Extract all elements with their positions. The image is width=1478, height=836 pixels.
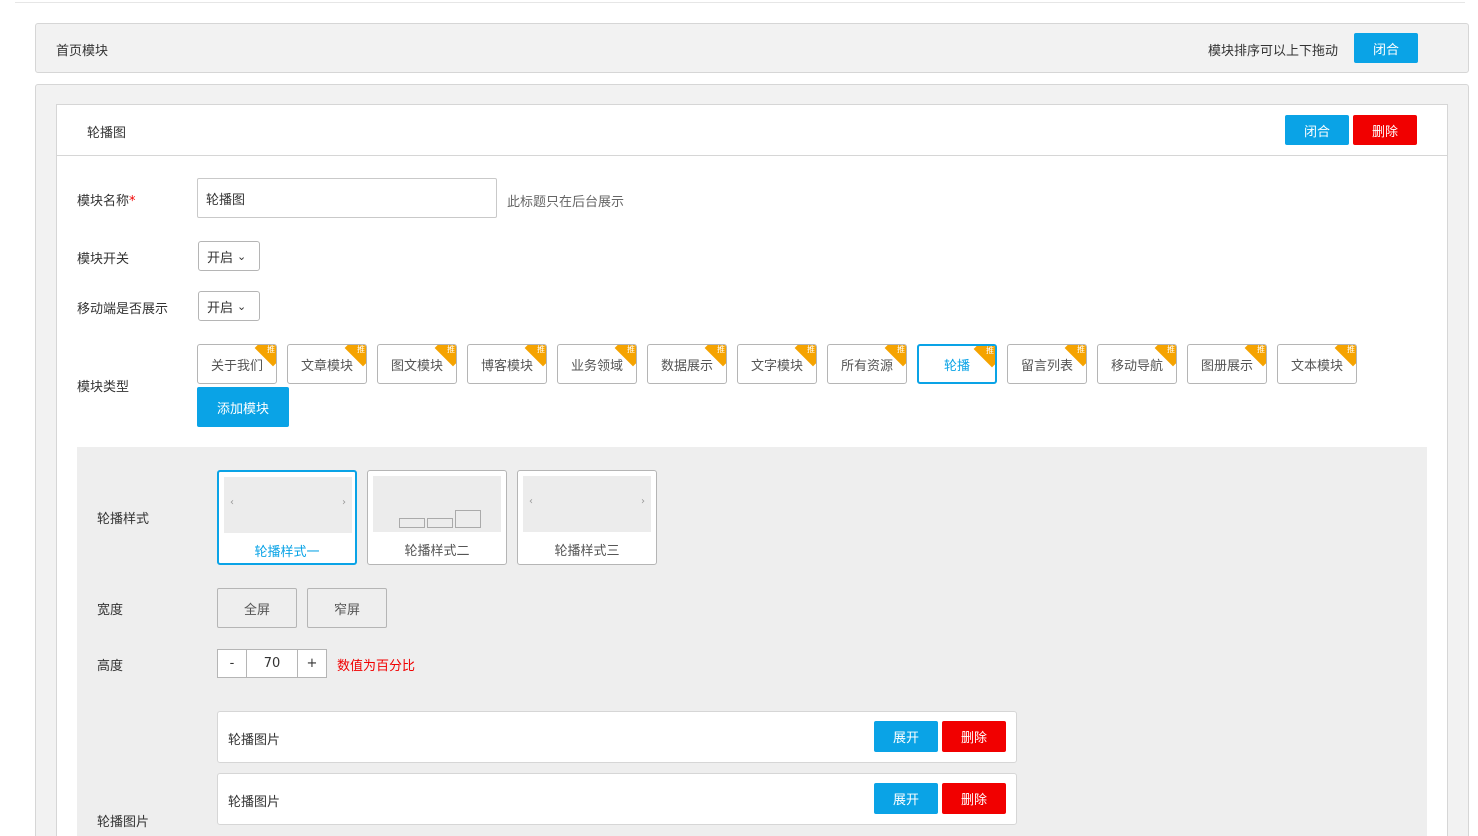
style-name: 轮播样式二: [404, 544, 470, 559]
type-tag-label: 所有资源: [840, 358, 893, 374]
badge-corner-text: 推: [1077, 345, 1085, 354]
type-tag-label: 轮播: [943, 358, 970, 374]
module-card-title: 轮播图: [87, 126, 127, 141]
module-type-label: 模块类型: [77, 380, 130, 395]
module-name-label: 模块名称*: [77, 194, 136, 209]
thumb-block: [427, 518, 453, 528]
style-thumbnail: ‹ ›: [523, 476, 651, 532]
width-label: 宽度: [97, 603, 124, 618]
type-tag[interactable]: 关于我们推: [197, 344, 277, 384]
chevron-left-icon: ‹: [230, 497, 234, 508]
type-tag[interactable]: 所有资源推: [827, 344, 907, 384]
carousel-style-option[interactable]: ‹ › 轮播样式三: [517, 470, 657, 565]
type-tag-label: 博客模块: [480, 358, 533, 374]
height-decrement-button[interactable]: -: [217, 649, 247, 678]
badge-corner-text: 推: [717, 345, 725, 354]
image-delete-button[interactable]: 删除: [942, 783, 1006, 814]
style-thumbnail: [373, 476, 501, 532]
width-option-narrow[interactable]: 窄屏: [307, 588, 387, 628]
chevron-down-icon: ⌄: [237, 249, 247, 263]
type-tag[interactable]: 业务领域推: [557, 344, 637, 384]
image-row-title: 轮播图片: [228, 733, 281, 748]
height-hint: 数值为百分比: [337, 659, 416, 674]
badge-corner-text: 推: [807, 345, 815, 354]
home-modules-panel: 首页模块 模块排序可以上下拖动: [35, 23, 1469, 73]
image-delete-button[interactable]: 删除: [942, 721, 1006, 752]
thumb-block: [455, 510, 481, 528]
type-tag-label: 移动导航: [1110, 358, 1163, 374]
chevron-down-icon: ⌄: [237, 299, 247, 313]
mobile-display-label: 移动端是否展示: [77, 302, 169, 317]
badge-corner-text: 推: [1347, 345, 1355, 354]
module-collapse-button[interactable]: 闭合: [1285, 115, 1349, 145]
type-tag-label: 文本模块: [1290, 358, 1343, 374]
type-tag[interactable]: 图文模块推: [377, 344, 457, 384]
chevron-right-icon: ›: [342, 497, 346, 508]
add-module-button[interactable]: 添加模块: [197, 387, 289, 427]
type-tag-label: 留言列表: [1020, 358, 1073, 374]
type-tag[interactable]: 博客模块推: [467, 344, 547, 384]
height-value-input[interactable]: 70: [247, 649, 297, 678]
module-switch-label: 模块开关: [77, 252, 130, 267]
height-increment-button[interactable]: +: [297, 649, 327, 678]
carousel-style-label: 轮播样式: [97, 512, 150, 527]
style-name: 轮播样式一: [254, 545, 320, 560]
type-tag-label: 数据展示: [660, 358, 713, 374]
type-tag[interactable]: 文字模块推: [737, 344, 817, 384]
type-tag-label: 文章模块: [300, 358, 353, 374]
badge-corner-text: 推: [986, 346, 994, 355]
badge-corner-text: 推: [1257, 345, 1265, 354]
module-switch-value: 开启: [207, 250, 234, 266]
badge-corner-text: 推: [897, 345, 905, 354]
height-label: 高度: [97, 659, 124, 674]
type-tag[interactable]: 文本模块推: [1277, 344, 1357, 384]
mobile-display-select[interactable]: 开启 ⌄: [198, 291, 260, 321]
type-tag-label: 图文模块: [390, 358, 443, 374]
module-card-header[interactable]: 轮播图: [57, 105, 1447, 156]
type-tag-label: 关于我们: [210, 358, 263, 374]
badge-corner-text: 推: [537, 345, 545, 354]
image-row-title: 轮播图片: [228, 795, 281, 810]
chevron-left-icon: ‹: [529, 496, 533, 507]
required-mark: *: [129, 194, 136, 209]
badge-corner-text: 推: [1167, 345, 1175, 354]
type-tag[interactable]: 留言列表推: [1007, 344, 1087, 384]
badge-corner-text: 推: [267, 345, 275, 354]
sort-hint: 模块排序可以上下拖动: [1207, 44, 1338, 59]
expand-button[interactable]: 展开: [874, 783, 938, 814]
style-thumbnail: ‹ ›: [224, 477, 352, 533]
type-tag-label: 图册展示: [1200, 358, 1253, 374]
width-option-full[interactable]: 全屏: [217, 588, 297, 628]
badge-corner-text: 推: [627, 345, 635, 354]
carousel-style-option[interactable]: 轮播样式二: [367, 470, 507, 565]
thumb-block: [399, 518, 425, 528]
module-switch-select[interactable]: 开启 ⌄: [198, 241, 260, 271]
type-tag[interactable]: 移动导航推: [1097, 344, 1177, 384]
type-tag[interactable]: 数据展示推: [647, 344, 727, 384]
type-tag-active[interactable]: 轮播 推: [917, 344, 997, 384]
style-name: 轮播样式三: [554, 544, 620, 559]
type-tag[interactable]: 文章模块推: [287, 344, 367, 384]
carousel-images-label: 轮播图片: [97, 815, 150, 830]
chevron-right-icon: ›: [641, 496, 645, 507]
module-name-input[interactable]: [197, 178, 497, 218]
module-delete-button[interactable]: 删除: [1353, 115, 1417, 145]
type-tag[interactable]: 图册展示推: [1187, 344, 1267, 384]
expand-button[interactable]: 展开: [874, 721, 938, 752]
top-divider: [15, 2, 1465, 3]
mobile-display-value: 开启: [207, 300, 234, 316]
home-collapse-button[interactable]: 闭合: [1354, 33, 1418, 63]
type-tag-label: 业务领域: [570, 358, 623, 374]
badge-corner-text: 推: [357, 345, 365, 354]
type-tag-label: 文字模块: [750, 358, 803, 374]
home-modules-title: 首页模块: [56, 44, 109, 59]
carousel-style-option[interactable]: ‹ › 轮播样式一: [217, 470, 357, 565]
badge-corner-text: 推: [447, 345, 455, 354]
module-name-hint: 此标题只在后台展示: [507, 195, 625, 210]
